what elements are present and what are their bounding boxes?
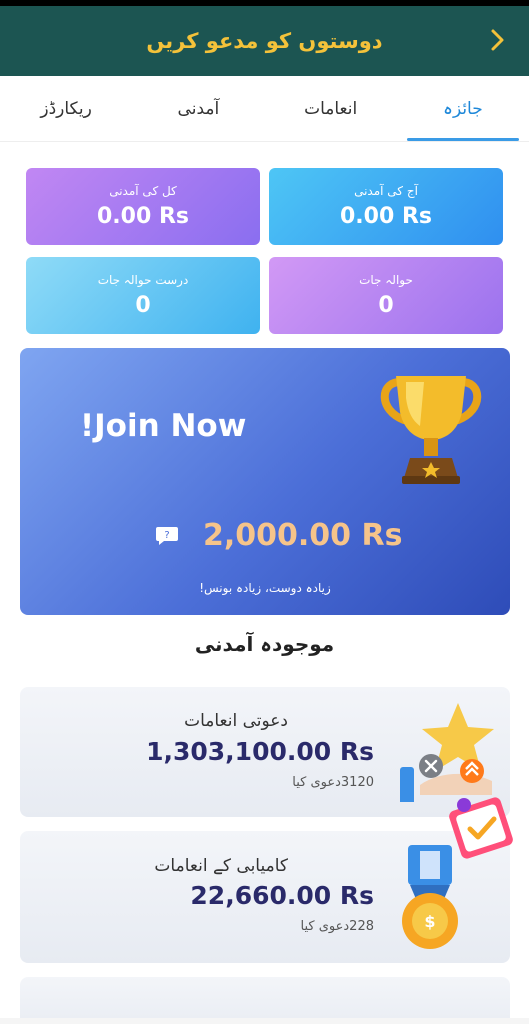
- chat-icon[interactable]: ?: [155, 525, 179, 547]
- app-header: دوستوں کو مدعو کریں: [0, 6, 529, 76]
- stats-grid: آج کی آمدنی 0.00 Rs کل کی آمدنی 0.00 Rs …: [26, 168, 503, 334]
- card-amount: 22,660.00 Rs: [190, 881, 374, 910]
- gift-box-icon[interactable]: [444, 793, 522, 865]
- bottom-bar: [0, 1018, 529, 1024]
- stat-valid-referrals: درست حوالہ جات 0: [26, 257, 260, 334]
- card-title: دعوتی انعامات: [184, 711, 288, 731]
- section-title: موجودہ آمدنی: [194, 632, 335, 656]
- page-title: دوستوں کو مدعو کریں: [146, 29, 383, 53]
- star-reward-icon: [400, 703, 494, 802]
- svg-text:?: ?: [164, 530, 169, 541]
- invite-rewards-card[interactable]: دعوتی انعامات 1,303,100.00 Rs 3120دعوی ک…: [20, 687, 510, 817]
- card-claimed: 3120دعوی کیا: [292, 775, 374, 790]
- tab-bar: جائزہ انعامات آمدنی ریکارڈز: [0, 76, 529, 142]
- close-icon[interactable]: [418, 753, 444, 779]
- stat-today-income: آج کی آمدنی 0.00 Rs: [269, 168, 503, 245]
- tab-overview[interactable]: جائزہ: [397, 76, 529, 141]
- more-rewards-card[interactable]: [20, 977, 510, 1024]
- back-button[interactable]: [483, 25, 513, 55]
- join-now-heading: !Join Now: [80, 408, 247, 444]
- join-banner[interactable]: !Join Now ? 2,000.00 Rs زیادہ دوست، زیاد…: [20, 348, 510, 615]
- bonus-tagline: زیادہ دوست، زیادہ بونس!: [199, 581, 331, 595]
- card-amount: 1,303,100.00 Rs: [146, 737, 374, 766]
- tab-records[interactable]: ریکارڈز: [0, 76, 132, 141]
- tab-rewards[interactable]: انعامات: [265, 76, 397, 141]
- chevron-right-icon: [491, 29, 504, 51]
- achievement-rewards-card[interactable]: کامیابی کے انعامات 22,660.00 Rs 228دعوی …: [20, 797, 513, 963]
- card-claimed: 228دعوی کیا: [300, 919, 374, 934]
- trophy-icon: [380, 376, 482, 484]
- tab-income[interactable]: آمدنی: [132, 76, 264, 141]
- card-title: کامیابی کے انعامات: [154, 856, 288, 876]
- stat-total-income: کل کی آمدنی 0.00 Rs: [26, 168, 260, 245]
- bonus-amount: 2,000.00 Rs: [203, 518, 403, 553]
- stat-referrals: حوالہ جات 0: [269, 257, 503, 334]
- svg-text:$: $: [424, 912, 435, 931]
